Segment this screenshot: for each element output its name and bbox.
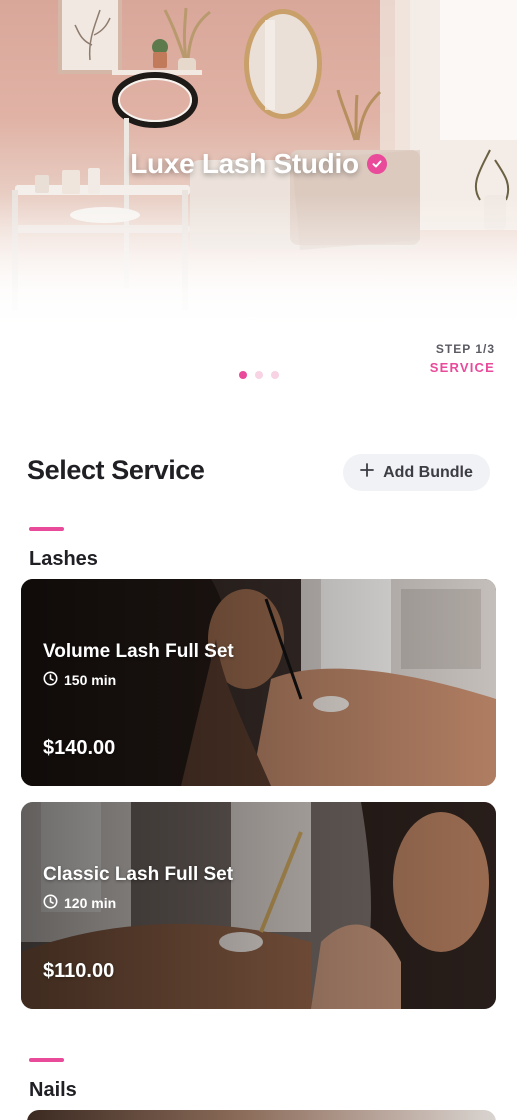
service-duration: 150 min [43, 671, 116, 689]
category-accent-bar [29, 1058, 64, 1062]
hero-banner: Luxe Lash Studio [0, 0, 517, 335]
clock-icon [43, 671, 58, 689]
page-dot-3[interactable] [270, 371, 279, 379]
service-duration-text: 150 min [64, 672, 117, 688]
page-dot-2[interactable] [254, 371, 263, 379]
service-price: $110.00 [43, 960, 115, 982]
page-title: Select Service [27, 455, 205, 485]
clock-icon [43, 894, 58, 912]
service-price: $140.00 [43, 737, 116, 759]
service-name: Volume Lash Full Set [43, 641, 234, 662]
category-accent-bar [29, 527, 64, 531]
service-card-volume-lash[interactable]: Volume Lash Full Set 150 min $140.00 [21, 579, 496, 786]
step-count: STEP 1/3 [435, 342, 495, 356]
plus-icon [360, 463, 375, 482]
category-label-nails: Nails [29, 1079, 77, 1101]
add-bundle-label: Add Bundle [383, 463, 473, 481]
page-dot-1[interactable] [238, 371, 247, 379]
hero-fade-overlay [0, 195, 517, 335]
page-dots [0, 371, 517, 379]
category-label-lashes: Lashes [29, 548, 98, 570]
studio-title-row: Luxe Lash Studio [0, 148, 517, 180]
service-duration-text: 120 min [64, 895, 117, 911]
service-duration: 120 min [43, 894, 116, 912]
studio-name: Luxe Lash Studio [130, 148, 359, 179]
verified-check-icon [366, 154, 387, 174]
service-card-nails-partial[interactable] [27, 1110, 496, 1120]
add-bundle-button[interactable]: Add Bundle [343, 454, 490, 491]
service-card-classic-lash[interactable]: Classic Lash Full Set 120 min $110.00 [21, 802, 496, 1009]
service-name: Classic Lash Full Set [43, 864, 234, 885]
